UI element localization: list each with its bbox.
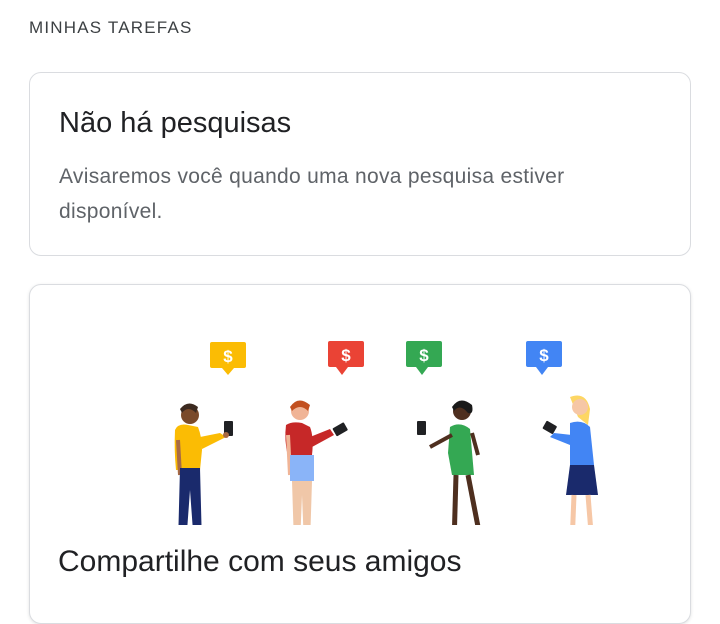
person-green-icon: $ xyxy=(406,341,481,525)
share-title: Compartilhe com seus amigos xyxy=(58,545,462,578)
dollar-sign: $ xyxy=(539,346,549,365)
share-with-friends-card[interactable]: $ $ $ $ Compartilhe com seus amigos xyxy=(29,284,691,624)
dollar-sign: $ xyxy=(223,347,233,366)
dollar-sign: $ xyxy=(341,346,351,365)
person-yellow-icon: $ xyxy=(174,342,246,525)
person-red-icon: $ xyxy=(285,341,364,525)
section-header: MINHAS TAREFAS xyxy=(29,18,193,37)
person-blue-icon: $ xyxy=(526,341,598,525)
share-illustration: $ $ $ $ xyxy=(174,341,598,525)
dollar-sign: $ xyxy=(419,346,429,365)
no-surveys-card: Não há pesquisas Avisaremos você quando … xyxy=(29,72,691,256)
no-surveys-title: Não há pesquisas xyxy=(59,107,292,139)
no-surveys-message: Avisaremos você quando uma nova pesquisa… xyxy=(59,165,565,223)
